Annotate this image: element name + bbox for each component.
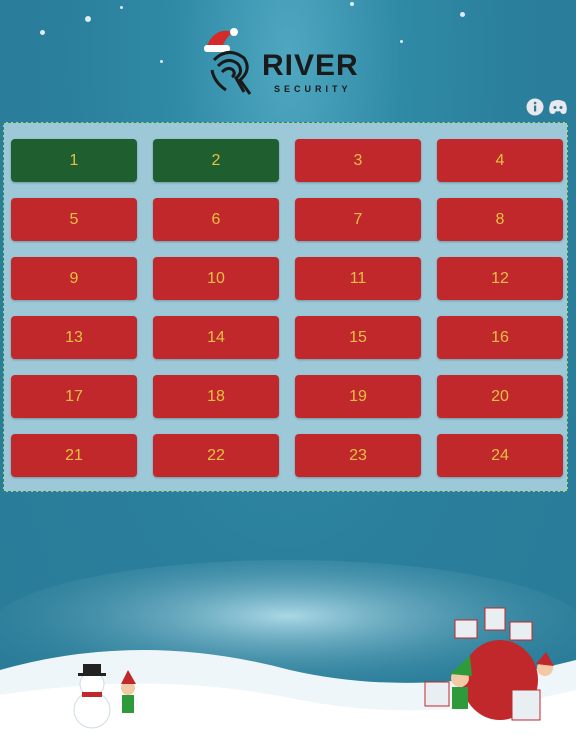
- day-2-button[interactable]: 2: [153, 139, 279, 182]
- day-20-button[interactable]: 20: [437, 375, 563, 418]
- snowflake: [160, 60, 163, 63]
- day-14-button[interactable]: 14: [153, 316, 279, 359]
- info-icon[interactable]: [526, 98, 544, 116]
- header-icons: [526, 98, 567, 116]
- snowflake: [460, 12, 465, 17]
- snowflake: [350, 2, 354, 6]
- snowflake: [120, 6, 123, 9]
- day-15-button[interactable]: 15: [295, 316, 421, 359]
- brand-name: RIVER: [262, 49, 359, 82]
- advent-calendar-panel: 1 2 3 4 5 6 7 8 9 10 11 12 13 14 15 16 17 18 19 20 21 22 23 24: [3, 122, 568, 492]
- day-7-button[interactable]: 7: [295, 198, 421, 241]
- fingerprint-logo-icon: [204, 28, 252, 95]
- day-9-button[interactable]: 9: [11, 257, 137, 300]
- snowflake: [85, 16, 91, 22]
- brand-subtitle: SECURITY: [274, 84, 352, 94]
- day-10-button[interactable]: 10: [153, 257, 279, 300]
- header: RIVER SECURITY: [0, 0, 576, 118]
- day-6-button[interactable]: 6: [153, 198, 279, 241]
- day-22-button[interactable]: 22: [153, 434, 279, 477]
- day-24-button[interactable]: 24: [437, 434, 563, 477]
- calendar-grid: 1 2 3 4 5 6 7 8 9 10 11 12 13 14 15 16 17 18 19 20 21 22 23 24: [11, 139, 563, 477]
- day-1-button[interactable]: 1: [11, 139, 137, 182]
- snowflake: [400, 40, 403, 43]
- day-17-button[interactable]: 17: [11, 375, 137, 418]
- day-11-button[interactable]: 11: [295, 257, 421, 300]
- day-12-button[interactable]: 12: [437, 257, 563, 300]
- day-3-button[interactable]: 3: [295, 139, 421, 182]
- day-8-button[interactable]: 8: [437, 198, 563, 241]
- day-5-button[interactable]: 5: [11, 198, 137, 241]
- day-16-button[interactable]: 16: [437, 316, 563, 359]
- day-18-button[interactable]: 18: [153, 375, 279, 418]
- day-23-button[interactable]: 23: [295, 434, 421, 477]
- day-13-button[interactable]: 13: [11, 316, 137, 359]
- day-21-button[interactable]: 21: [11, 434, 137, 477]
- snowflake: [40, 30, 45, 35]
- winter-scene: [0, 560, 576, 737]
- discord-icon[interactable]: [548, 98, 567, 116]
- day-4-button[interactable]: 4: [437, 139, 563, 182]
- river-security-logo: RIVER SECURITY: [200, 22, 380, 98]
- day-19-button[interactable]: 19: [295, 375, 421, 418]
